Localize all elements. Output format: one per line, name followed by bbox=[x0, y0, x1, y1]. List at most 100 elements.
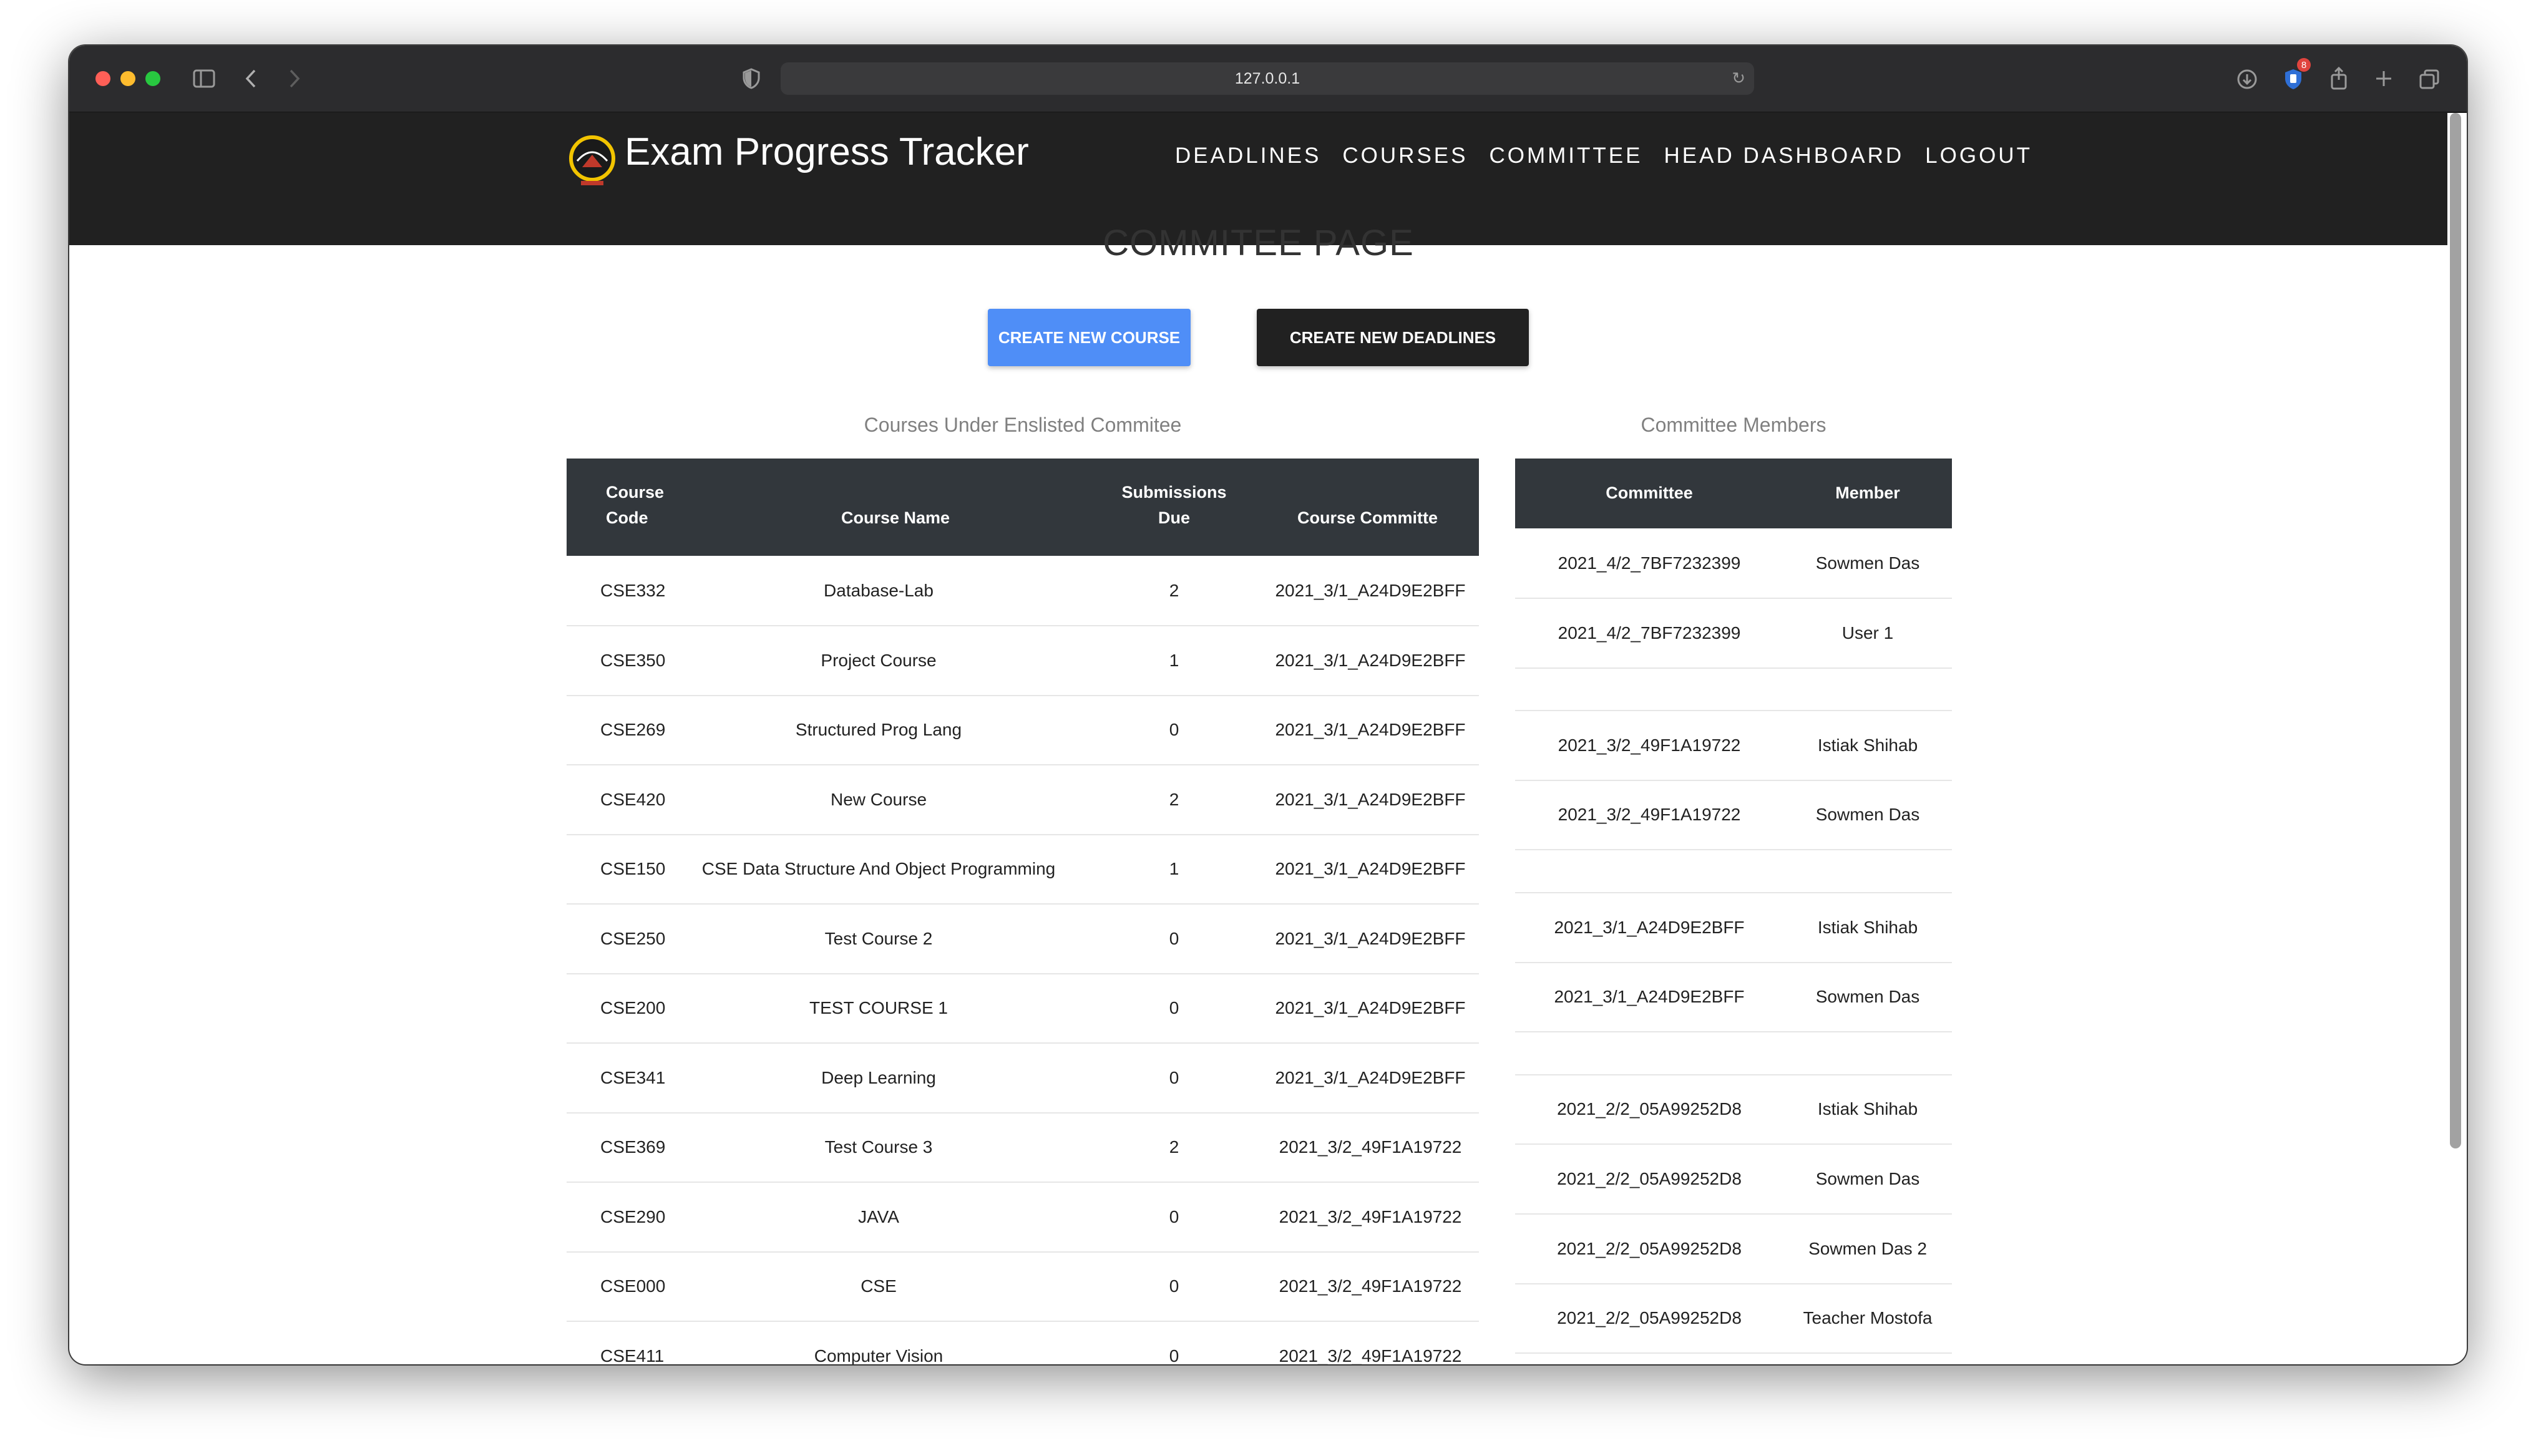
table-row: 2021_2/2_05A99252D8 Teacher Mostofa bbox=[1515, 1283, 1952, 1354]
member-committee-cell: 2021_3/1_A24D9E2BFF bbox=[1554, 986, 1745, 1006]
spacer-row bbox=[1515, 1032, 1952, 1075]
spacer-row bbox=[1515, 667, 1952, 711]
create-deadlines-button[interactable]: CREATE NEW DEADLINES bbox=[1257, 309, 1529, 366]
member-name-cell: Sowmen Das bbox=[1815, 986, 1920, 1006]
submissions-due-cell: 0 bbox=[1169, 1276, 1179, 1296]
download-icon[interactable] bbox=[2236, 68, 2258, 90]
minimize-window-button[interactable] bbox=[120, 71, 135, 86]
course-name-cell: JAVA bbox=[858, 1206, 899, 1226]
table-row: CSE411 Computer Vision 0 2021_3/2_49F1A1972… bbox=[567, 1321, 1479, 1365]
table-row: CSE269 Structured Prog Lang 0 2021_3/1_A24D… bbox=[567, 695, 1479, 765]
courses-table-title: Courses Under Enslisted Commitee bbox=[864, 414, 1182, 436]
col-course-code: Course Code bbox=[606, 480, 664, 531]
table-row: CSE290 JAVA 0 2021_3/2_49F1A19722 bbox=[567, 1182, 1479, 1253]
table-row: 2021_4/2_7BF7232399 User 1 bbox=[1515, 598, 1952, 669]
brand-title[interactable]: Exam Progress Tracker bbox=[625, 130, 1029, 174]
member-name-cell: Sowmen Das bbox=[1815, 804, 1920, 824]
member-committee-cell bbox=[1515, 667, 1783, 710]
col-course-code-line2: Code bbox=[606, 508, 648, 527]
close-window-button[interactable] bbox=[95, 71, 110, 86]
submissions-due-cell: 0 bbox=[1169, 1206, 1179, 1226]
member-committee-cell: 2021_3/2_49F1A19722 bbox=[1558, 735, 1741, 755]
logo-icon[interactable] bbox=[567, 132, 617, 187]
tabs-icon[interactable] bbox=[2418, 68, 2441, 90]
course-name-cell: New Course bbox=[830, 789, 927, 809]
url-text: 127.0.0.1 bbox=[1234, 69, 1300, 87]
course-code-cell: CSE411 bbox=[600, 1346, 665, 1365]
col-course-committee: Course Committe bbox=[1297, 508, 1438, 527]
table-row: 2021_3/2_49F1A19722 Sowmen Das bbox=[1515, 780, 1952, 850]
member-committee-cell: 2021_4/2_7BF7232399 bbox=[1558, 623, 1741, 643]
courses-table-header: Course Code Course Name Submissions Due … bbox=[567, 459, 1479, 556]
nav-head-dashboard[interactable]: HEAD DASHBOARD bbox=[1664, 143, 1904, 168]
member-name-cell: Sowmen Das bbox=[1815, 1168, 1920, 1188]
member-name-cell: User 1 bbox=[1841, 623, 1894, 643]
table-row: 2021_2/2_05A99252D8 Sowmen Das bbox=[1515, 1144, 1952, 1215]
sidebar-icon[interactable] bbox=[192, 68, 217, 89]
course-code-cell: CSE350 bbox=[600, 650, 666, 670]
shield-icon[interactable] bbox=[741, 67, 762, 90]
course-code-cell: CSE250 bbox=[600, 928, 666, 948]
reload-icon[interactable]: ↻ bbox=[1732, 69, 1745, 88]
member-committee-cell: 2021_2/2_05A99252D8 bbox=[1557, 1168, 1742, 1188]
submissions-due-cell: 0 bbox=[1169, 928, 1179, 948]
nav-courses[interactable]: COURSES bbox=[1342, 143, 1468, 168]
page-scrollbar[interactable] bbox=[2450, 113, 2461, 1148]
submissions-due-cell: 0 bbox=[1169, 1067, 1179, 1087]
forward-icon[interactable] bbox=[285, 68, 304, 89]
back-icon[interactable] bbox=[241, 68, 260, 89]
table-row: 2021_2/2_05A99252D8 Istiak Shihab bbox=[1515, 1074, 1952, 1145]
table-row: CSE420 New Course 2 2021_3/1_A24D9E2BFF bbox=[567, 765, 1479, 835]
table-row: CSE250 Test Course 2 0 2021_3/1_A24D9E2BFF bbox=[567, 904, 1479, 974]
col-course-code-line1: Course bbox=[606, 483, 665, 502]
member-name-cell: Istiak Shihab bbox=[1817, 917, 1918, 937]
course-committee-cell: 2021_3/2_49F1A19722 bbox=[1279, 1206, 1462, 1226]
course-name-cell: CSE bbox=[861, 1276, 897, 1296]
course-committee-cell: 2021_3/2_49F1A19722 bbox=[1279, 1276, 1462, 1296]
col-submissions-due: Submissions Due bbox=[1119, 480, 1229, 531]
nav-logout[interactable]: LOGOUT bbox=[1925, 143, 2032, 168]
extension-badge: 8 bbox=[2297, 58, 2311, 72]
course-committee-cell: 2021_3/1_A24D9E2BFF bbox=[1275, 1067, 1466, 1087]
member-name-cell bbox=[1783, 850, 1952, 892]
members-table-header: Committee Member bbox=[1515, 459, 1952, 528]
course-name-cell: TEST COURSE 1 bbox=[809, 997, 948, 1017]
page-title: COMMITEE PAGE bbox=[1103, 223, 1414, 263]
course-name-cell: CSE Data Structure And Object Programmin… bbox=[701, 858, 1056, 878]
nav-committee[interactable]: COMMITTEE bbox=[1490, 143, 1643, 168]
member-name-cell bbox=[1783, 1032, 1952, 1074]
course-name-cell: Project Course bbox=[821, 650, 937, 670]
course-committee-cell: 2021_3/1_A24D9E2BFF bbox=[1275, 997, 1466, 1017]
zoom-window-button[interactable] bbox=[145, 71, 160, 86]
members-table-title: Committee Members bbox=[1641, 414, 1826, 436]
nav-deadlines[interactable]: DEADLINES bbox=[1175, 143, 1321, 168]
share-icon[interactable] bbox=[2328, 66, 2349, 90]
member-name-cell: Istiak Shihab bbox=[1817, 735, 1918, 755]
course-name-cell: Test Course 2 bbox=[824, 928, 933, 948]
course-code-cell: CSE369 bbox=[600, 1137, 666, 1157]
course-code-cell: CSE332 bbox=[600, 580, 666, 600]
course-name-cell: Structured Prog Lang bbox=[795, 719, 962, 739]
submissions-due-cell: 2 bbox=[1169, 1137, 1179, 1157]
member-committee-cell: 2021_3/2_49F1A19722 bbox=[1558, 804, 1741, 824]
submissions-due-cell: 2 bbox=[1169, 580, 1179, 600]
course-committee-cell: 2021_3/1_A24D9E2BFF bbox=[1275, 650, 1466, 670]
table-row: CSE000 CSE 0 2021_3/2_49F1A19722 bbox=[567, 1251, 1479, 1322]
table-row: CSE350 Project Course 1 2021_3/1_A24D9E2BFF bbox=[567, 626, 1479, 696]
member-committee-cell bbox=[1515, 1032, 1783, 1074]
table-row: 2021_3/1_A24D9E2BFF Istiak Shihab bbox=[1515, 893, 1952, 963]
submissions-due-cell: 2 bbox=[1169, 789, 1179, 809]
create-course-button[interactable]: CREATE NEW COURSE bbox=[988, 309, 1191, 366]
nav-links: DEADLINES COURSES COMMITTEE HEAD DASHBOA… bbox=[1175, 143, 2032, 168]
browser-window: 127.0.0.1 ↻ 8 Exam Progress Tracker DEAD… bbox=[69, 46, 2467, 1364]
new-tab-icon[interactable] bbox=[2373, 68, 2394, 89]
course-code-cell: CSE269 bbox=[600, 719, 666, 739]
course-code-cell: CSE150 bbox=[600, 858, 666, 878]
course-code-cell: CSE341 bbox=[600, 1067, 666, 1087]
submissions-due-cell: 0 bbox=[1169, 997, 1179, 1017]
member-committee-cell: 2021_2/2_05A99252D8 bbox=[1557, 1099, 1742, 1119]
course-code-cell: CSE290 bbox=[600, 1206, 666, 1226]
col-due-line1: Submissions bbox=[1121, 483, 1227, 502]
address-bar[interactable]: 127.0.0.1 ↻ bbox=[781, 62, 1754, 95]
table-row: CSE341 Deep Learning 0 2021_3/1_A24D9E2BFF bbox=[567, 1043, 1479, 1114]
